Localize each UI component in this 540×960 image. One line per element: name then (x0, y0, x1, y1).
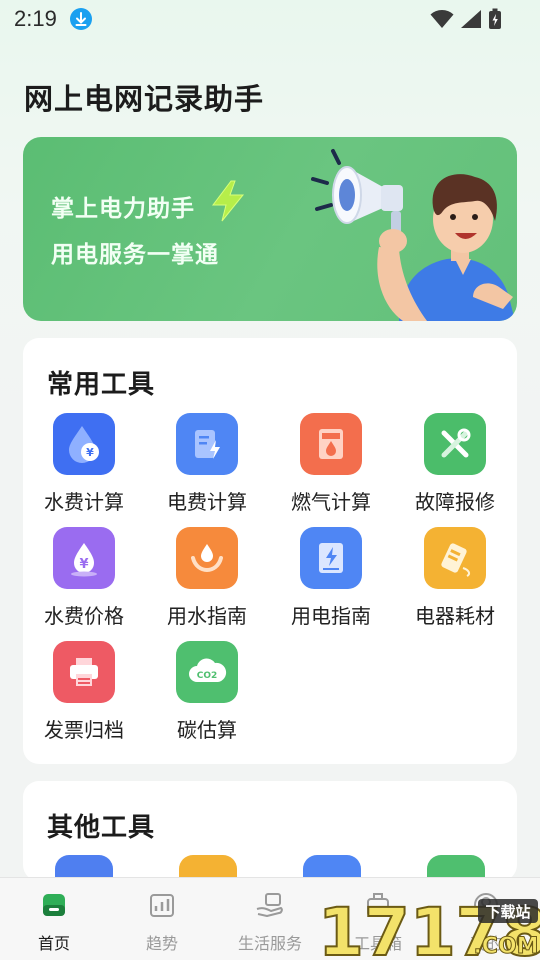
status-time: 2:19 (14, 6, 57, 31)
tool-label: 燃气计算 (291, 490, 371, 514)
nav-label: 趋势 (145, 934, 178, 953)
tool-water-guide[interactable]: 用水指南 (145, 527, 269, 629)
svg-text:CO2: CO2 (197, 671, 218, 681)
tool-invoice-archive[interactable]: 发票归档 (22, 641, 146, 743)
electric-guide-icon (300, 527, 362, 589)
tool-label: 发票归档 (44, 718, 124, 742)
tool-label: 电费计算 (167, 490, 247, 514)
nav-life-service[interactable]: 生活服务 (220, 890, 320, 954)
common-tools-card: 常用工具 ¥ 水费计算 电费计算 燃气计算 故障报修 ¥ 水费价格 用水指南 用… (23, 338, 517, 764)
appliance-tag-icon (424, 527, 486, 589)
printer-icon (53, 641, 115, 703)
promo-banner[interactable]: 掌上电力助手 用电服务一掌通 (23, 137, 517, 321)
svg-text:¥: ¥ (86, 446, 94, 459)
home-icon (39, 890, 69, 920)
status-bar: 2:19 (0, 0, 540, 40)
tool-label: 用电指南 (291, 604, 371, 628)
banner-headline: 掌上电力助手 (51, 196, 195, 222)
trend-chart-icon (147, 890, 177, 920)
other-tools-title: 其他工具 (47, 813, 156, 843)
water-price-icon: ¥ (53, 527, 115, 589)
page-title: 网上电网记录助手 (24, 82, 265, 116)
tool-appliance-supplies[interactable]: 电器耗材 (393, 527, 517, 629)
watermark-domain: .COM (473, 934, 538, 959)
tool-gas-calc[interactable]: 燃气计算 (269, 413, 393, 515)
signal-icon (461, 10, 481, 28)
other-tools-card: 其他工具 (23, 781, 517, 885)
hand-service-icon (255, 890, 285, 920)
banner-subline: 用电服务一掌通 (51, 242, 219, 268)
co2-cloud-icon: CO2 (176, 641, 238, 703)
site-watermark-logo: 17178 下载站 .COM (317, 893, 540, 960)
status-icons (430, 8, 502, 30)
lightning-bolt-icon (212, 180, 245, 222)
tool-label: 碳估算 (177, 718, 237, 742)
battery-icon (489, 8, 501, 29)
nav-trend[interactable]: 趋势 (112, 890, 212, 954)
tool-fault-repair[interactable]: 故障报修 (393, 413, 517, 515)
tool-label: 水费价格 (44, 604, 124, 628)
tool-label: 用水指南 (167, 604, 247, 628)
repair-tools-icon (424, 413, 486, 475)
common-tools-title: 常用工具 (47, 370, 156, 400)
tool-electric-fee-calc[interactable]: 电费计算 (145, 413, 269, 515)
electric-bill-icon (176, 413, 238, 475)
download-icon (70, 8, 92, 30)
megaphone-person-illustration (311, 149, 515, 321)
water-drop-yen-icon: ¥ (53, 413, 115, 475)
svg-text:¥: ¥ (79, 557, 88, 572)
wifi-icon (430, 10, 454, 28)
water-guide-icon (176, 527, 238, 589)
watermark-sub: 下载站 (485, 903, 530, 921)
gas-meter-icon (300, 413, 362, 475)
tool-water-fee-calc[interactable]: ¥ 水费计算 (22, 413, 146, 515)
tool-carbon-estimate[interactable]: CO2 碳估算 (145, 641, 269, 743)
nav-label: 生活服务 (237, 934, 302, 953)
tool-label: 故障报修 (415, 490, 495, 514)
nav-label: 首页 (37, 934, 70, 953)
tool-label: 电器耗材 (415, 604, 495, 628)
nav-home[interactable]: 首页 (4, 890, 104, 954)
tool-electric-guide[interactable]: 用电指南 (269, 527, 393, 629)
tool-water-price[interactable]: ¥ 水费价格 (22, 527, 146, 629)
tool-label: 水费计算 (44, 490, 124, 514)
